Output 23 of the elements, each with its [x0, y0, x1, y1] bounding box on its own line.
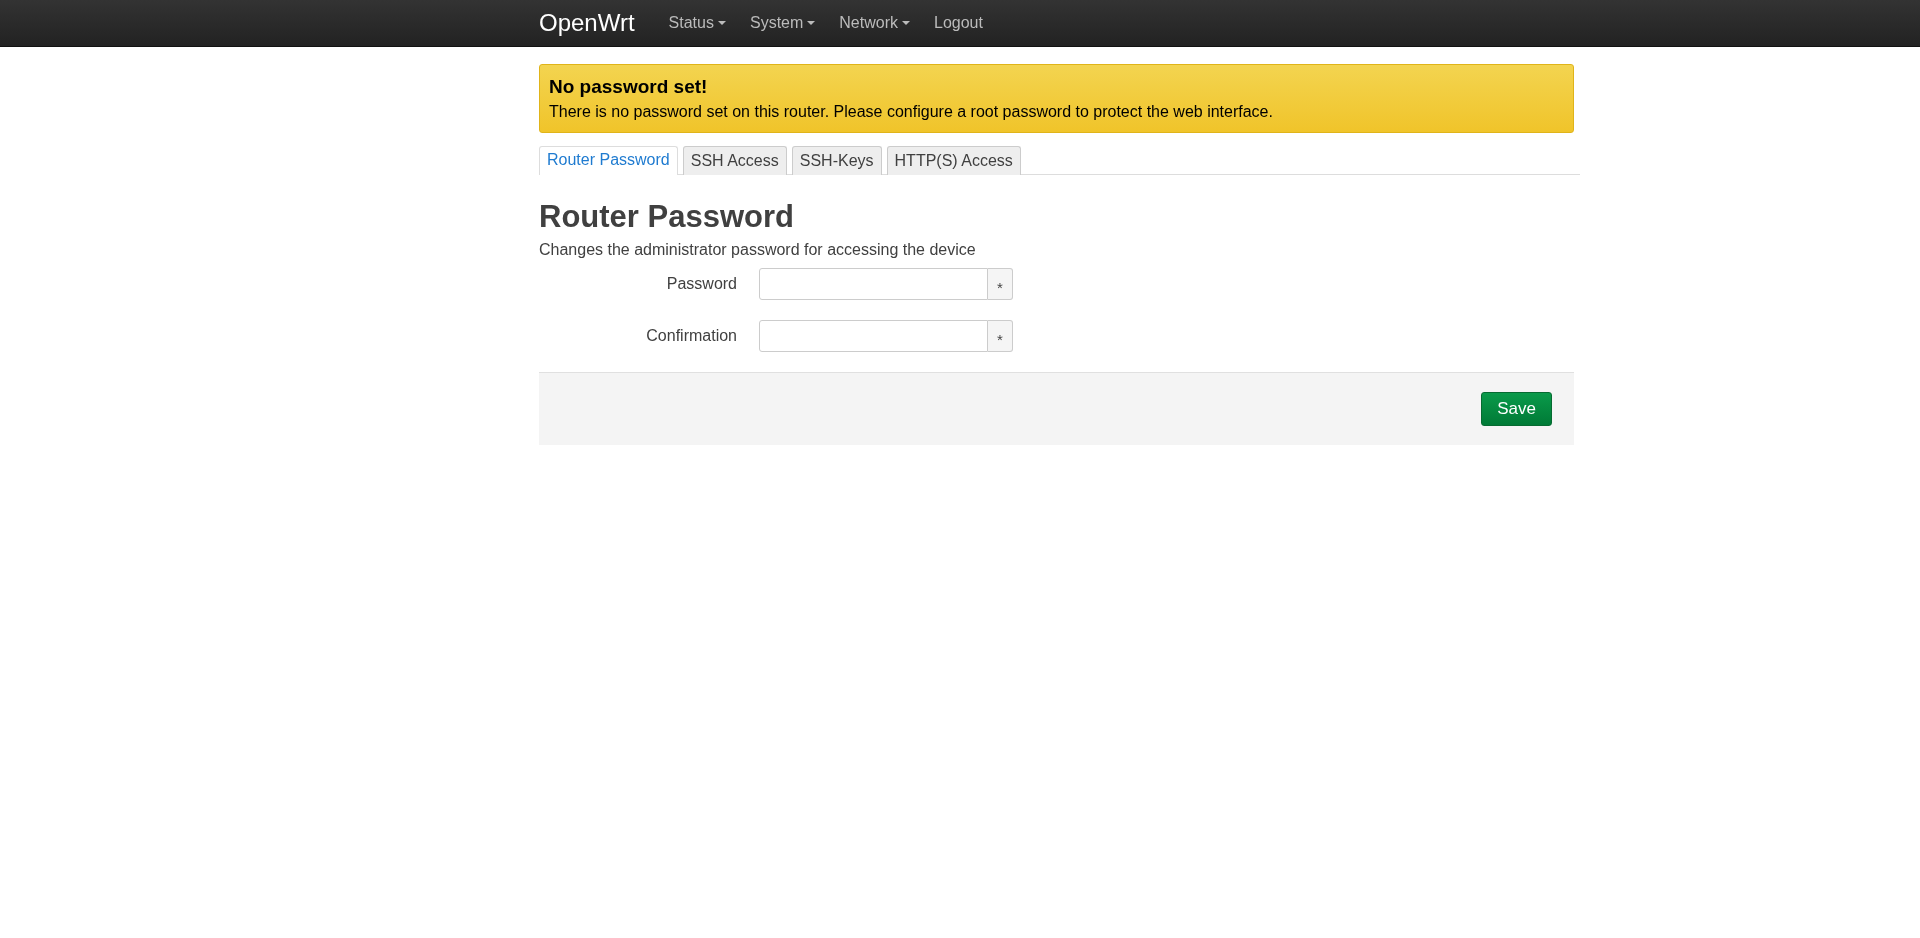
password-field[interactable]	[759, 320, 988, 352]
field-label: Password	[665, 275, 738, 293]
section-description: Changes the administrator password for accessing the device	[539, 241, 977, 259]
tab[interactable]: SSH-Keys	[791, 146, 882, 175]
password-field[interactable]	[759, 268, 988, 300]
section-title: Router Password	[539, 199, 795, 235]
reveal-password-button[interactable]: *	[988, 268, 1013, 300]
nav-menu-item[interactable]: System	[737, 0, 828, 46]
nav-menu-item[interactable]: Status	[656, 0, 738, 46]
save-button[interactable]: Save	[1481, 392, 1552, 426]
tab[interactable]: HTTP(S) Access	[886, 146, 1021, 175]
alert-title: No password set!	[549, 76, 709, 98]
nav-menu-item[interactable]: Logout	[922, 0, 995, 46]
caret-icon	[717, 21, 726, 25]
alert-message: There is no password set on this router. Please configure a root password to protect the web interface.	[549, 103, 1274, 121]
nav-menu-item[interactable]: Network	[827, 0, 922, 46]
reveal-password-button[interactable]: *	[988, 320, 1013, 352]
tab[interactable]: Router Password	[539, 146, 678, 175]
tab[interactable]: SSH Access	[682, 146, 787, 175]
caret-icon	[902, 21, 910, 25]
brand-logo-link[interactable]: OpenWrt	[539, 9, 635, 37]
caret-icon	[807, 21, 816, 25]
field-label: Confirmation	[645, 327, 738, 345]
